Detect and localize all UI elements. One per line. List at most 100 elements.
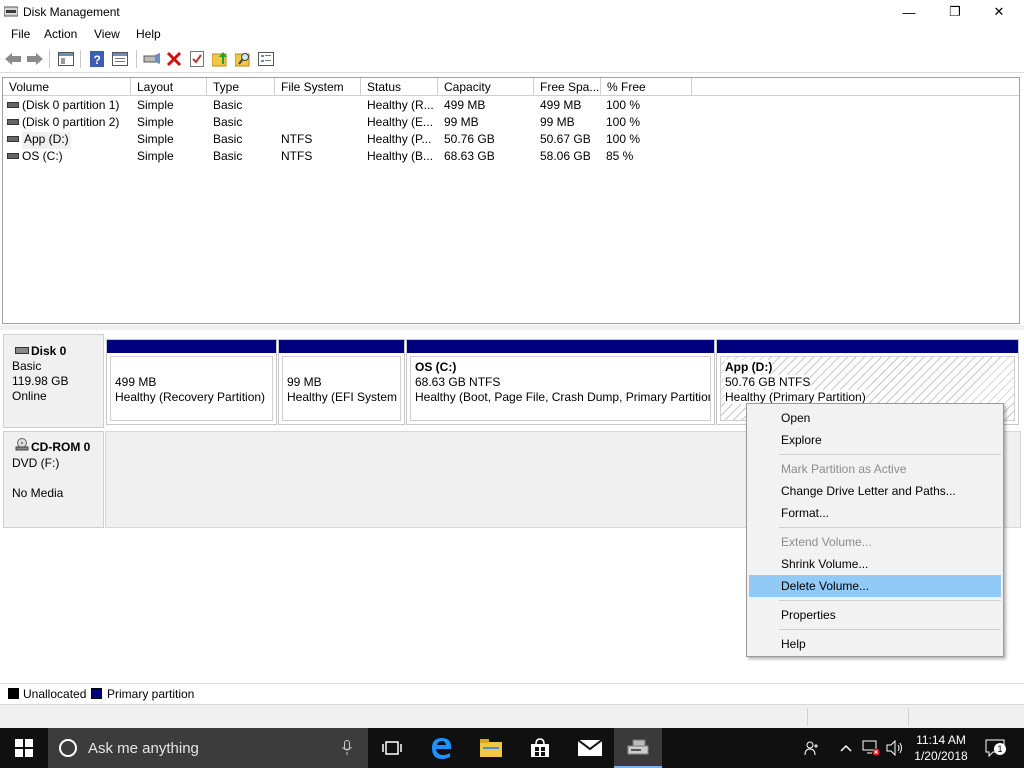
close-button[interactable]: ✕	[976, 0, 1022, 24]
clock[interactable]: 11:14 AM 1/20/2018	[906, 728, 976, 768]
disk-management-taskbar-button[interactable]	[614, 728, 662, 768]
menu-item-explore[interactable]: Explore	[749, 429, 1001, 451]
volume-list[interactable]: Volume Layout Type File System Status Ca…	[2, 77, 1020, 324]
partition-body: OS (C:) 68.63 GB NTFS Healthy (Boot, Pag…	[410, 356, 711, 421]
toolbar-separator	[49, 50, 50, 68]
menu-help[interactable]: Help	[136, 27, 161, 41]
column-header-empty	[692, 78, 1019, 96]
partition-status: Healthy (EFI System P	[287, 390, 401, 404]
row-type: Basic	[213, 132, 243, 146]
task-view-icon[interactable]	[368, 728, 416, 768]
help-icon[interactable]: ?	[87, 49, 107, 69]
column-header-layout[interactable]: Layout	[131, 78, 207, 96]
clock-time: 11:14 AM	[916, 733, 966, 747]
column-header-percent-free[interactable]: % Free	[601, 78, 692, 96]
row-percent-free: 85 %	[606, 149, 634, 163]
row-layout: Simple	[137, 149, 174, 163]
menu-view[interactable]: View	[94, 27, 120, 41]
back-arrow-icon[interactable]	[3, 49, 23, 69]
menu-item-delete-volume[interactable]: Delete Volume...	[749, 575, 1001, 597]
file-explorer-icon[interactable]	[467, 728, 515, 768]
row-layout: Simple	[137, 98, 174, 112]
partition-name: App (D:)	[725, 360, 773, 374]
menu-action[interactable]: Action	[44, 27, 77, 41]
menu-separator	[779, 629, 1001, 630]
row-status: Healthy (E...	[367, 115, 434, 129]
show-hide-console-tree-icon[interactable]	[56, 49, 76, 69]
maximize-button[interactable]: ❐	[932, 0, 978, 24]
connect-drive-icon[interactable]	[142, 49, 162, 69]
search-placeholder: Ask me anything	[88, 740, 199, 757]
up-folder-icon[interactable]	[210, 49, 230, 69]
partition-body: 499 MB Healthy (Recovery Partition)	[110, 356, 273, 421]
delete-icon[interactable]	[164, 49, 184, 69]
column-header-volume[interactable]: Volume	[3, 78, 131, 96]
menu-item-change-drive-letter[interactable]: Change Drive Letter and Paths...	[749, 480, 1001, 502]
row-free-space: 58.06 GB	[540, 149, 591, 163]
legend-label-unallocated: Unallocated	[23, 687, 87, 701]
disk-icon	[15, 347, 29, 354]
cdrom-0-name: CD-ROM 0	[31, 440, 91, 454]
svg-text:?: ?	[94, 53, 101, 67]
search-folder-icon[interactable]	[233, 49, 253, 69]
search-box[interactable]: Ask me anything	[48, 728, 368, 768]
legend-label-primary: Primary partition	[107, 687, 195, 701]
menu-item-properties[interactable]: Properties	[749, 604, 1001, 626]
network-disconnected-icon[interactable]	[860, 728, 882, 768]
partition-size: 99 MB	[287, 375, 322, 389]
title-bar: Disk Management — ❐ ✕	[0, 0, 1024, 24]
cortana-icon	[59, 739, 77, 757]
volume-icon	[7, 136, 19, 142]
people-icon[interactable]	[800, 728, 824, 768]
row-capacity: 99 MB	[444, 115, 479, 129]
row-status: Healthy (B...	[367, 149, 434, 163]
menu-separator	[779, 527, 1001, 528]
disk-0-name: Disk 0	[31, 344, 67, 358]
edge-icon[interactable]	[418, 728, 466, 768]
column-header-capacity[interactable]: Capacity	[438, 78, 534, 96]
legend-swatch-unallocated	[8, 688, 19, 699]
row-file-system: NTFS	[281, 149, 313, 163]
partition-bar	[407, 340, 714, 353]
row-volume[interactable]: (Disk 0 partition 2)	[22, 115, 119, 132]
cdrom-0-label[interactable]: CD-ROM 0 DVD (F:) No Media	[3, 431, 104, 528]
menu-separator	[779, 600, 1001, 601]
row-volume[interactable]: (Disk 0 partition 1)	[22, 98, 119, 115]
menu-item-open[interactable]: Open	[749, 407, 1001, 429]
partition-efi[interactable]: 99 MB Healthy (EFI System P	[278, 339, 405, 425]
store-icon[interactable]	[516, 728, 564, 768]
menu-item-shrink-volume[interactable]: Shrink Volume...	[749, 553, 1001, 575]
column-header-file-system[interactable]: File System	[275, 78, 361, 96]
menu-item-help[interactable]: Help	[749, 633, 1001, 655]
column-header-status[interactable]: Status	[361, 78, 438, 96]
menu-item-mark-partition-active: Mark Partition as Active	[781, 462, 907, 476]
start-button[interactable]	[0, 728, 48, 768]
row-free-space: 99 MB	[540, 115, 575, 129]
row-capacity: 50.76 GB	[444, 132, 495, 146]
action-center-button[interactable]: 1	[980, 728, 1010, 768]
partition-os-c[interactable]: OS (C:) 68.63 GB NTFS Healthy (Boot, Pag…	[406, 339, 715, 425]
check-icon[interactable]	[187, 49, 207, 69]
partition-recovery[interactable]: 499 MB Healthy (Recovery Partition)	[106, 339, 277, 425]
volume-speaker-icon[interactable]	[884, 728, 906, 768]
row-volume[interactable]: App (D:)	[22, 132, 71, 149]
status-pane	[807, 708, 907, 726]
menu-file[interactable]: File	[11, 27, 30, 41]
column-header-type[interactable]: Type	[207, 78, 275, 96]
row-percent-free: 100 %	[606, 98, 641, 112]
microphone-icon[interactable]	[342, 740, 352, 756]
minimize-button[interactable]: —	[886, 0, 932, 24]
list-view-icon[interactable]	[256, 49, 276, 69]
windows-logo-icon	[15, 739, 33, 757]
mail-icon[interactable]	[566, 728, 614, 768]
menu-item-format[interactable]: Format...	[749, 502, 1001, 524]
chevron-up-icon[interactable]	[838, 728, 854, 768]
forward-arrow-icon[interactable]	[25, 49, 45, 69]
partition-size: 50.76 GB NTFS	[725, 375, 811, 389]
disk-0-label[interactable]: Disk 0 Basic 119.98 GB Online	[3, 334, 104, 428]
column-header-free-space[interactable]: Free Spa...	[534, 78, 601, 96]
row-volume[interactable]: OS (C:)	[22, 149, 63, 166]
menu-separator	[779, 454, 1001, 455]
clock-date: 1/20/2018	[914, 749, 968, 763]
properties-icon[interactable]	[110, 49, 130, 69]
